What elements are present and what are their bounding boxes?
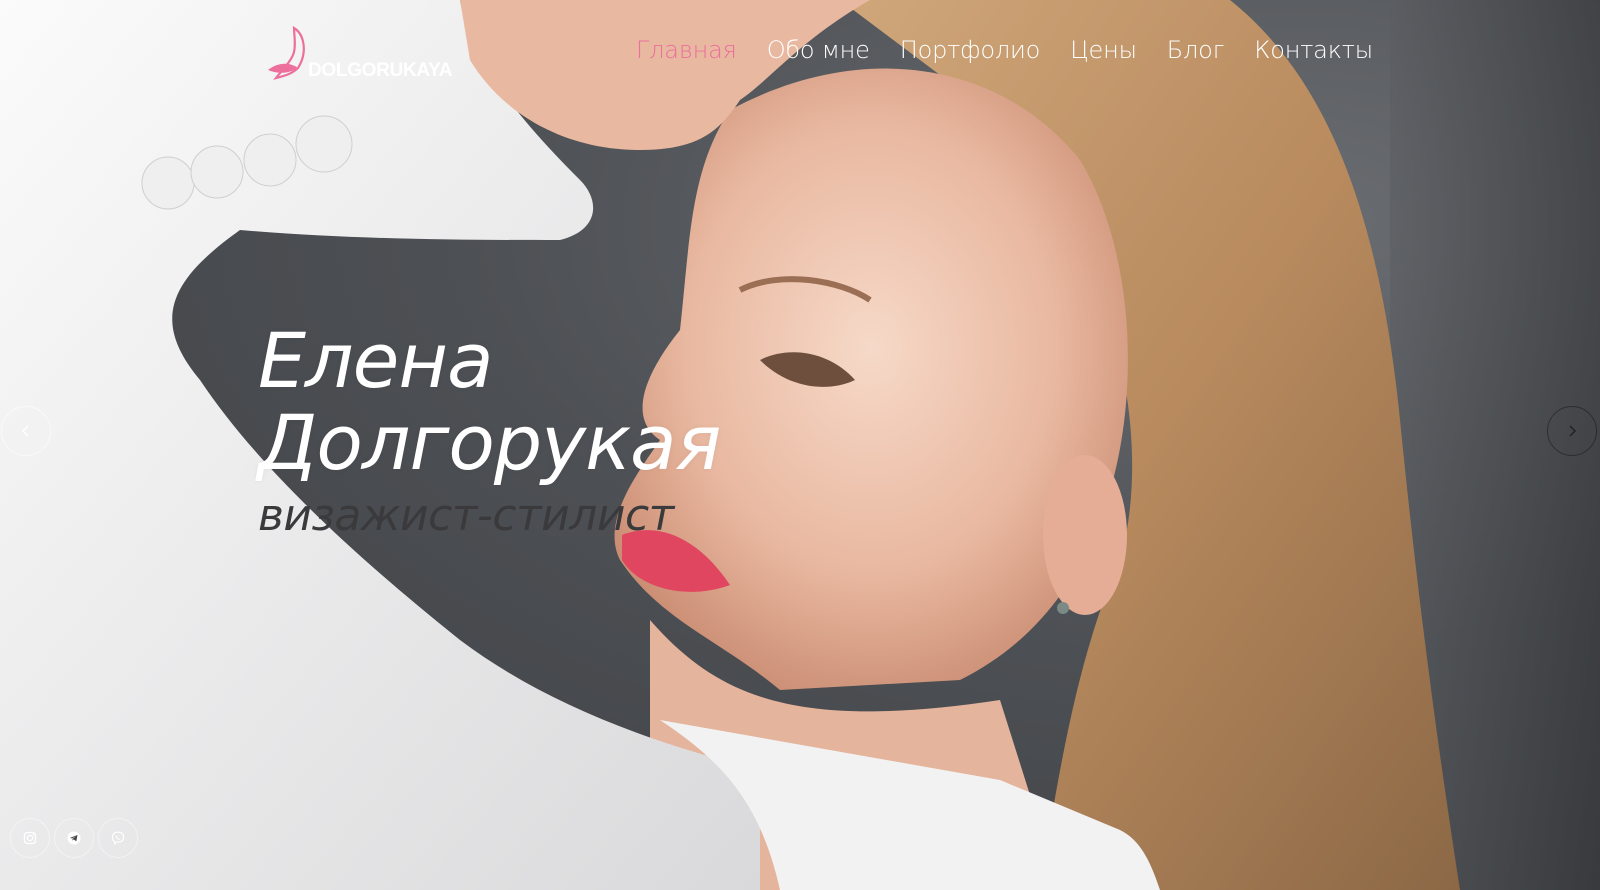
- hero-title-last-name: Долгорукая: [258, 398, 721, 487]
- slider-next-button[interactable]: [1547, 406, 1597, 456]
- slider-prev-button[interactable]: [1, 406, 51, 456]
- nav-item-home[interactable]: Главная: [636, 36, 737, 64]
- nav-item-contacts[interactable]: Контакты: [1254, 36, 1373, 64]
- nav-item-blog[interactable]: Блог: [1167, 36, 1225, 64]
- butterfly-logo-icon: [268, 26, 305, 80]
- hero-slider: DOLGORUKAYA Главная Обо мне Портфолио Це…: [0, 0, 1600, 890]
- chevron-left-icon: [21, 425, 29, 437]
- main-nav: Главная Обо мне Портфолио Цены Блог Конт…: [636, 36, 1403, 64]
- hero-photo: [0, 0, 1600, 890]
- telegram-button[interactable]: [54, 818, 94, 858]
- hero-title-first-name: Елена: [258, 316, 494, 405]
- viber-button[interactable]: [98, 818, 138, 858]
- chevron-right-icon: [1569, 425, 1577, 437]
- hero-subtitle: визажист-стилист: [258, 490, 674, 541]
- logo-text: DOLGORUKAYA: [308, 60, 453, 81]
- nav-item-about[interactable]: Обо мне: [767, 36, 870, 64]
- site-header: DOLGORUKAYA Главная Обо мне Портфолио Це…: [0, 0, 1600, 110]
- social-links: [10, 818, 138, 858]
- telegram-icon: [67, 831, 81, 845]
- logo[interactable]: DOLGORUKAYA: [264, 24, 452, 84]
- viber-icon: [111, 831, 125, 845]
- instagram-button[interactable]: [10, 818, 50, 858]
- nav-item-portfolio[interactable]: Портфолио: [900, 36, 1041, 64]
- instagram-icon: [23, 831, 37, 845]
- hero-headline: Елена Долгорукая визажист-стилист: [258, 320, 778, 542]
- nav-item-prices[interactable]: Цены: [1070, 36, 1137, 64]
